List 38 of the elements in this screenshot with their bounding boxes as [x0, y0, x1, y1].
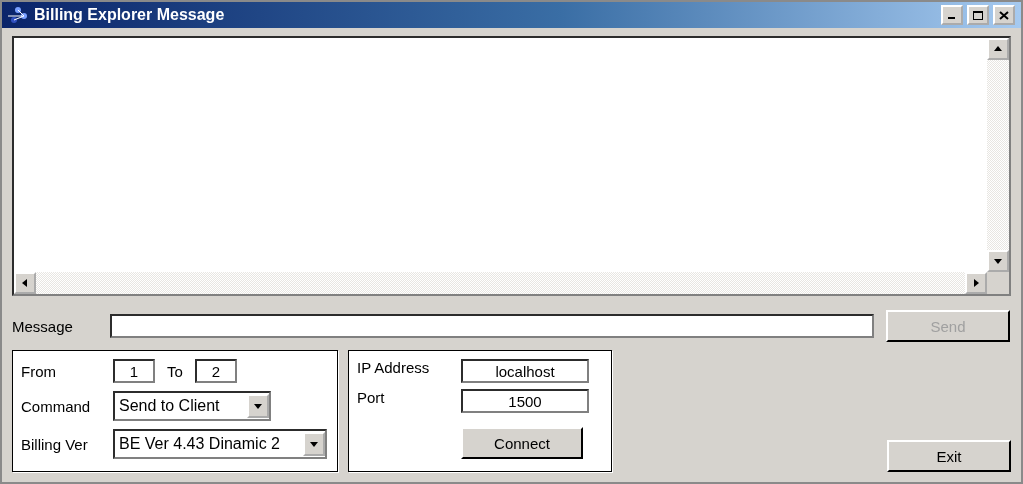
scrollbar-corner	[987, 272, 1009, 294]
maximize-icon	[973, 10, 983, 20]
close-button[interactable]	[993, 5, 1015, 25]
minimize-button[interactable]	[941, 5, 963, 25]
right-arrow-icon	[971, 278, 981, 288]
port-field[interactable]: 1500	[461, 389, 589, 413]
network-icon	[8, 5, 30, 25]
to-label: To	[167, 362, 183, 380]
from-field[interactable]: 1	[113, 359, 155, 383]
scroll-down-button[interactable]	[987, 250, 1009, 272]
down-arrow-icon	[993, 256, 1003, 266]
to-field[interactable]: 2	[194, 359, 237, 383]
from-label: From	[21, 362, 57, 380]
window-title: Billing Explorer Message	[34, 6, 226, 24]
message-field[interactable]	[110, 314, 874, 338]
horizontal-scrollbar[interactable]	[14, 272, 987, 294]
ip-address-label: IP Address	[357, 359, 431, 378]
port-label: Port	[357, 389, 386, 408]
close-icon	[999, 10, 1009, 20]
caret-icon	[253, 401, 263, 411]
command-label: Command	[21, 397, 92, 415]
billing-ver-label: Billing Ver	[21, 435, 89, 453]
connect-button[interactable]: Connect	[461, 427, 583, 459]
vertical-scrollbar[interactable]	[987, 38, 1009, 272]
maximize-button[interactable]	[967, 5, 989, 25]
left-arrow-icon	[20, 278, 30, 288]
dropdown-button[interactable]	[247, 394, 269, 418]
caret-icon	[309, 439, 319, 449]
scroll-left-button[interactable]	[14, 272, 36, 294]
up-arrow-icon	[993, 44, 1003, 54]
exit-button[interactable]: Exit	[887, 440, 1011, 472]
scroll-right-button[interactable]	[965, 272, 987, 294]
ip-address-field[interactable]: localhost	[461, 359, 589, 383]
command-dropdown[interactable]: Send to Client	[113, 391, 271, 421]
dropdown-button[interactable]	[303, 432, 325, 456]
billing-ver-dropdown[interactable]: BE Ver 4.43 Dinamic 2	[113, 429, 327, 459]
scroll-up-button[interactable]	[987, 38, 1009, 60]
message-label: Message	[12, 317, 74, 335]
